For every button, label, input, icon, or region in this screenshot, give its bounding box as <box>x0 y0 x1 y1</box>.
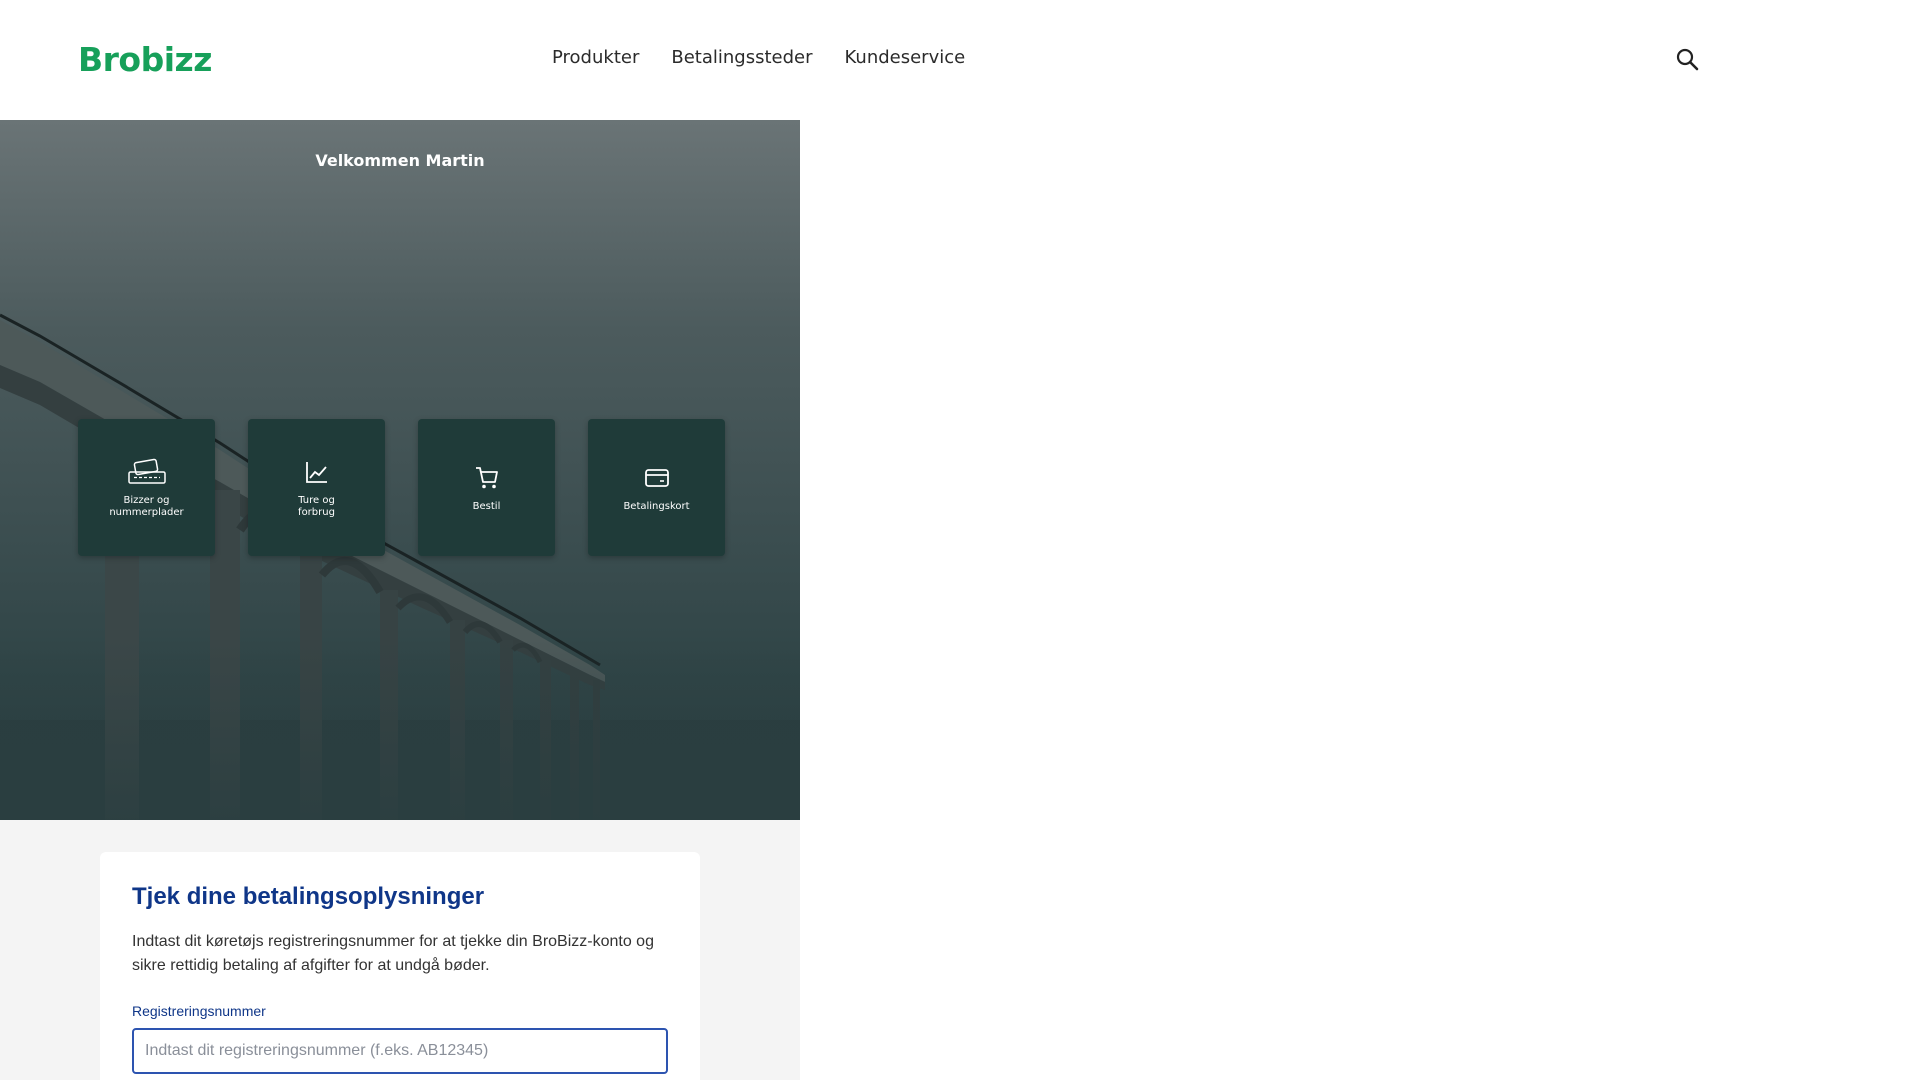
search-button[interactable] <box>1674 46 1702 74</box>
brobizz-logo[interactable]: Brobizz <box>78 40 212 80</box>
tile-betalingskort[interactable]: Betalingskort <box>588 419 725 556</box>
nav-item-kundeservice[interactable]: Kundeservice <box>845 46 966 70</box>
nav-item-betalingssteder[interactable]: Betalingssteder <box>671 46 812 70</box>
registration-field-label: Registreringsnummer <box>132 1003 266 1019</box>
tile-bestil[interactable]: Bestil <box>418 419 555 556</box>
registration-number-input[interactable] <box>132 1028 668 1074</box>
credit-card-icon <box>637 463 677 493</box>
tile-label: Betalingskort <box>623 500 690 512</box>
hero-banner: Velkommen Martin Bizzer og nummerplader … <box>0 120 800 820</box>
tile-label: Bizzer og nummerplader <box>109 494 184 518</box>
nav-item-produkter[interactable]: Produkter <box>552 46 639 70</box>
cart-icon <box>467 463 507 493</box>
quick-action-tiles: Bizzer og nummerplader Ture og forbrug B… <box>78 419 725 556</box>
tile-ture-forbrug[interactable]: Ture og forbrug <box>248 419 385 556</box>
site-header: Brobizz Produkter Betalingssteder Kundes… <box>0 0 1920 120</box>
tile-bizzer-nummerplader[interactable]: Bizzer og nummerplader <box>78 419 215 556</box>
card-description: Indtast dit køretøjs registreringsnummer… <box>132 933 654 974</box>
payment-check-card: Tjek dine betalingsoplysninger Indtast d… <box>100 852 700 1092</box>
bizz-plate-icon <box>127 457 167 487</box>
tile-label: Bestil <box>472 500 501 512</box>
payment-check-section: Tjek dine betalingsoplysninger Indtast d… <box>0 820 800 1092</box>
search-icon <box>1676 48 1699 71</box>
tile-label: Ture og forbrug <box>298 494 335 518</box>
card-title: Tjek dine betalingsoplysninger <box>132 883 485 910</box>
welcome-heading: Velkommen Martin <box>315 151 485 170</box>
chart-line-icon <box>297 457 337 487</box>
main-nav: Produkter Betalingssteder Kundeservice <box>552 46 997 70</box>
